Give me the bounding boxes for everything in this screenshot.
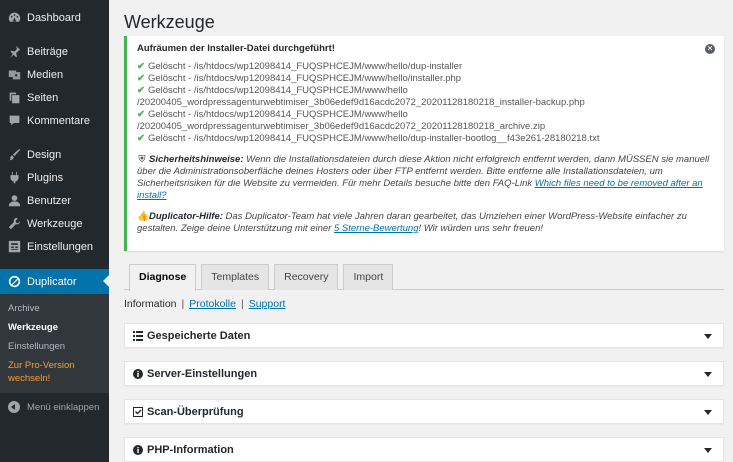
success-notice: Aufräumen der Installer-Datei durchgefüh… <box>124 36 724 251</box>
chevron-down-icon[interactable] <box>704 334 712 339</box>
sidebar-item-label: Kommentare <box>27 114 90 127</box>
log-line: ✔ Gelöscht - /is/htdocs/wp12098414_FUQSPH… <box>137 133 600 144</box>
submenu-item-archive[interactable]: Archive <box>0 299 109 318</box>
panel-php-info[interactable]: PHP-Information <box>124 437 724 462</box>
tab-templates[interactable]: Templates <box>201 264 270 290</box>
chevron-down-icon[interactable] <box>704 410 712 415</box>
rating-link[interactable]: 5 Sterne-Bewertung <box>334 223 419 234</box>
sidebar-item-comments[interactable]: Kommentare <box>0 109 109 132</box>
check-icon: ✔ <box>137 85 145 96</box>
dismiss-icon[interactable]: ✕ <box>705 44 715 54</box>
sidebar-item-tools[interactable]: Werkzeuge <box>0 212 109 235</box>
shield-icon: ⛨ <box>138 154 146 165</box>
dashboard-icon <box>7 11 21 25</box>
check-icon: ✔ <box>137 73 145 84</box>
help-after-text: ! Wir würden uns sehr freuen! <box>418 223 544 234</box>
log-line: ✔ Gelöscht - /is/htdocs/wp12098414_FUQSPH… <box>137 85 408 96</box>
submenu-item-tools[interactable]: Werkzeuge <box>0 318 109 337</box>
panel-scan-check[interactable]: Scan-Überprüfung <box>124 399 724 424</box>
plugin-icon <box>7 171 21 185</box>
thumbs-up-icon: 👍 <box>137 211 149 222</box>
chevron-down-icon[interactable] <box>704 448 712 453</box>
panel-title: Scan-Überprüfung <box>147 405 244 418</box>
submenu-item-pro-upgrade[interactable]: Zur Pro-Version wechseln! <box>0 356 109 388</box>
list-icon <box>133 330 143 341</box>
submenu-item-settings[interactable]: Einstellungen <box>0 337 109 356</box>
page-icon <box>7 91 21 105</box>
log-line-continued: /20200405_wordpressagenturwebtimiser_3b0… <box>137 97 585 108</box>
help-notice: 👍Duplicator-Hilfe: Das Duplicator-Team h… <box>137 211 714 235</box>
info-icon <box>133 368 143 379</box>
sidebar-item-design[interactable]: Design <box>0 143 109 166</box>
sidebar-item-label: Seiten <box>27 91 59 104</box>
duplicator-icon <box>7 275 21 289</box>
admin-sidebar: Dashboard Beiträge Medien Seiten Komment… <box>0 0 109 462</box>
panel-title: PHP-Information <box>147 443 234 456</box>
subnav-current: Information <box>124 298 177 310</box>
panel-title: Server-Einstellungen <box>147 367 258 380</box>
log-line-continued: /20200405_wordpressagenturwebtimiser_3b0… <box>137 121 546 132</box>
main-content: Werkzeuge Aufräumen der Installer-Datei … <box>124 0 724 462</box>
sidebar-item-settings[interactable]: Einstellungen <box>0 235 109 258</box>
sidebar-item-pages[interactable]: Seiten <box>0 86 109 109</box>
log-line: ✔ Gelöscht - /is/htdocs/wp12098414_FUQSPH… <box>137 109 408 120</box>
log-line: ✔ Gelöscht - /is/htdocs/wp12098414_FUQSPH… <box>137 61 463 72</box>
sidebar-item-label: Einstellungen <box>27 240 94 253</box>
sidebar-item-label: Design <box>27 148 62 161</box>
sidebar-item-label: Dashboard <box>27 11 81 24</box>
comment-icon <box>7 114 21 128</box>
page-title: Werkzeuge <box>124 12 215 32</box>
chevron-down-icon[interactable] <box>704 372 712 377</box>
brush-icon <box>7 148 21 162</box>
subnav: Information | Protokolle | Support <box>124 298 724 312</box>
check-icon: ✔ <box>137 109 145 120</box>
pin-icon <box>7 45 21 59</box>
sidebar-item-label: Werkzeuge <box>27 217 83 230</box>
log-line: ✔ Gelöscht - /is/htdocs/wp12098414_FUQSPH… <box>137 73 462 84</box>
subnav-link-logs[interactable]: Protokolle <box>189 298 236 310</box>
sidebar-item-plugins[interactable]: Plugins <box>0 166 109 189</box>
settings-icon <box>7 240 21 254</box>
tab-import[interactable]: Import <box>343 264 394 290</box>
sidebar-item-label: Benutzer <box>27 194 72 207</box>
check-icon: ✔ <box>137 133 145 144</box>
checkbox-icon <box>133 406 143 417</box>
collapse-menu-button[interactable]: Menü einklappen <box>0 393 109 421</box>
tab-bar: Diagnose Templates Recovery Import <box>124 264 724 291</box>
media-icon <box>7 68 21 82</box>
notice-title: Aufräumen der Installer-Datei durchgefüh… <box>137 43 335 54</box>
wrench-icon <box>7 217 21 231</box>
user-icon <box>7 194 21 208</box>
panel-title: Gespeicherte Daten <box>147 329 251 342</box>
help-label: Duplicator-Hilfe: <box>149 211 223 222</box>
sidebar-item-posts[interactable]: Beiträge <box>0 40 109 63</box>
sidebar-item-label: Medien <box>27 68 64 81</box>
sidebar-item-label: Plugins <box>27 171 64 184</box>
sidebar-item-label: Duplicator <box>27 275 77 288</box>
sidebar-item-dashboard[interactable]: Dashboard <box>0 6 109 29</box>
sidebar-item-duplicator[interactable]: Duplicator <box>0 269 109 294</box>
tab-diagnose[interactable]: Diagnose <box>129 264 197 291</box>
info-icon <box>133 444 143 455</box>
sidebar-item-media[interactable]: Medien <box>0 63 109 86</box>
deleted-files-log: ✔ Gelöscht - /is/htdocs/wp12098414_FUQSPH… <box>137 61 714 145</box>
subnav-separator: | <box>181 298 185 310</box>
check-icon: ✔ <box>137 61 145 72</box>
security-label: Sicherheitshinweise: <box>149 154 244 165</box>
sidebar-item-users[interactable]: Benutzer <box>0 189 109 212</box>
security-notice: ⛨ Sicherheitshinweise: Wenn die Installat… <box>137 154 714 202</box>
tab-recovery[interactable]: Recovery <box>274 264 339 290</box>
sidebar-item-label: Beiträge <box>27 45 68 58</box>
collapse-arrow-icon <box>8 401 20 413</box>
subnav-link-support[interactable]: Support <box>249 298 286 310</box>
panel-stored-data[interactable]: Gespeicherte Daten <box>124 323 724 348</box>
panel-server-settings[interactable]: Server-Einstellungen <box>124 361 724 386</box>
subnav-separator: | <box>240 298 244 310</box>
collapse-menu-label: Menü einklappen <box>27 401 100 413</box>
duplicator-submenu: Archive Werkzeuge Einstellungen Zur Pro-… <box>0 294 109 393</box>
